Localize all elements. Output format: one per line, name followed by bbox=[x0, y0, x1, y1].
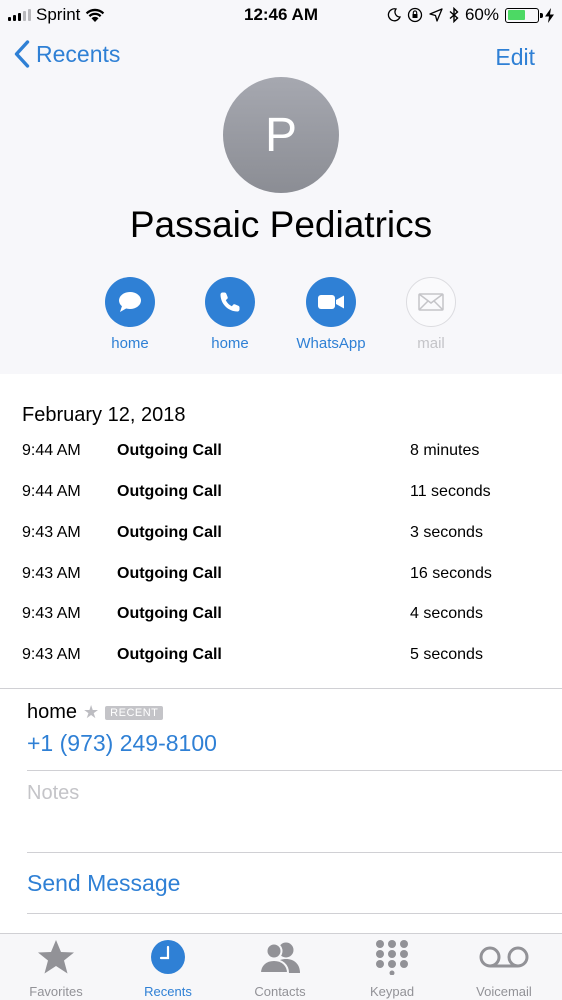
call-row: 9:43 AM Outgoing Call 16 seconds bbox=[0, 565, 562, 595]
section-divider bbox=[0, 688, 562, 689]
keypad-icon bbox=[376, 940, 408, 975]
call-type: Outgoing Call bbox=[117, 483, 222, 500]
avatar: P bbox=[223, 77, 339, 193]
tab-bar: Favorites Recents Contacts Keypad Voicem… bbox=[0, 933, 562, 1000]
call-type: Outgoing Call bbox=[117, 646, 222, 663]
call-time: 9:44 AM bbox=[22, 442, 81, 459]
call-duration: 5 seconds bbox=[410, 646, 483, 663]
phone-icon bbox=[220, 292, 240, 312]
mail-circle bbox=[406, 277, 456, 327]
call-duration: 16 seconds bbox=[410, 565, 492, 582]
notes-field[interactable]: Notes bbox=[27, 782, 79, 805]
star-icon: ★ bbox=[83, 702, 100, 722]
call-label: home bbox=[211, 335, 249, 352]
call-button[interactable]: home bbox=[175, 277, 285, 352]
rotation-lock-icon bbox=[407, 7, 423, 23]
star-icon bbox=[38, 940, 74, 974]
tab-keypad[interactable]: Keypad bbox=[336, 934, 448, 1000]
voicemail-icon bbox=[479, 946, 529, 968]
call-row: 9:43 AM Outgoing Call 4 seconds bbox=[0, 605, 562, 635]
call-type: Outgoing Call bbox=[117, 605, 222, 622]
message-icon bbox=[119, 292, 141, 312]
call-duration: 11 seconds bbox=[410, 483, 491, 500]
battery-percent: 60% bbox=[464, 5, 499, 24]
recent-badge: RECENT bbox=[105, 705, 164, 720]
call-row: 9:43 AM Outgoing Call 5 seconds bbox=[0, 646, 562, 676]
message-button[interactable]: home bbox=[75, 277, 185, 352]
contact-name: Passaic Pediatrics bbox=[129, 204, 433, 245]
tab-label: Contacts bbox=[254, 984, 306, 999]
call-type: Outgoing Call bbox=[117, 565, 222, 582]
back-label: Recents bbox=[36, 40, 121, 67]
row-divider bbox=[27, 852, 562, 853]
message-circle bbox=[105, 277, 155, 327]
call-duration: 8 minutes bbox=[410, 442, 480, 459]
location-icon bbox=[429, 8, 443, 22]
video-label: WhatsApp bbox=[296, 335, 366, 352]
call-time: 9:43 AM bbox=[22, 605, 81, 622]
tab-label: Favorites bbox=[29, 984, 83, 999]
contact-header: Recents Edit P Passaic Pediatrics home h… bbox=[0, 30, 562, 374]
video-button[interactable]: WhatsApp bbox=[276, 277, 386, 352]
bluetooth-icon bbox=[449, 7, 459, 23]
message-label: home bbox=[111, 335, 149, 352]
status-bar: Sprint 12:46 AM 60% bbox=[0, 0, 562, 30]
call-time: 9:43 AM bbox=[22, 565, 81, 582]
call-row: 9:44 AM Outgoing Call 8 minutes bbox=[0, 442, 562, 472]
row-divider bbox=[27, 770, 562, 771]
clock-icon bbox=[151, 940, 185, 974]
mail-icon bbox=[418, 293, 444, 311]
call-row: 9:44 AM Outgoing Call 11 seconds bbox=[0, 483, 562, 513]
tab-favorites[interactable]: Favorites bbox=[0, 934, 112, 1000]
call-time: 9:44 AM bbox=[22, 483, 81, 500]
call-time: 9:43 AM bbox=[22, 524, 81, 541]
contacts-icon bbox=[258, 942, 300, 974]
tab-contacts[interactable]: Contacts bbox=[224, 934, 336, 1000]
tab-label: Recents bbox=[144, 984, 192, 999]
tab-recents[interactable]: Recents bbox=[112, 934, 224, 1000]
battery-fill bbox=[507, 10, 525, 20]
mail-label: mail bbox=[417, 335, 445, 352]
tab-voicemail[interactable]: Voicemail bbox=[448, 934, 560, 1000]
tab-label: Keypad bbox=[369, 984, 415, 999]
video-circle bbox=[306, 277, 356, 327]
row-divider bbox=[27, 913, 562, 914]
edit-button[interactable]: Edit bbox=[495, 44, 535, 71]
call-row: 9:43 AM Outgoing Call 3 seconds bbox=[0, 524, 562, 554]
call-circle bbox=[205, 277, 255, 327]
phone-label: home bbox=[27, 701, 78, 723]
video-icon bbox=[318, 295, 344, 309]
recents-date: February 12, 2018 bbox=[22, 404, 186, 426]
send-message-button[interactable]: Send Message bbox=[27, 870, 180, 897]
chevron-left-icon bbox=[14, 40, 30, 68]
call-type: Outgoing Call bbox=[117, 524, 222, 541]
status-right: 60% bbox=[387, 5, 554, 25]
tab-label: Voicemail bbox=[476, 984, 532, 999]
call-type: Outgoing Call bbox=[117, 442, 222, 459]
phone-type-label: home ★ RECENT bbox=[27, 701, 164, 724]
call-time: 9:43 AM bbox=[22, 646, 81, 663]
battery-icon bbox=[505, 7, 543, 23]
back-button[interactable]: Recents bbox=[14, 40, 120, 68]
call-duration: 3 seconds bbox=[410, 524, 483, 541]
moon-icon bbox=[387, 8, 401, 22]
avatar-initial: P bbox=[264, 108, 297, 162]
charging-icon bbox=[545, 7, 554, 23]
phone-number-link[interactable]: +1 (973) 249-8100 bbox=[27, 730, 217, 757]
call-duration: 4 seconds bbox=[410, 605, 483, 622]
mail-button[interactable]: mail bbox=[376, 277, 486, 352]
